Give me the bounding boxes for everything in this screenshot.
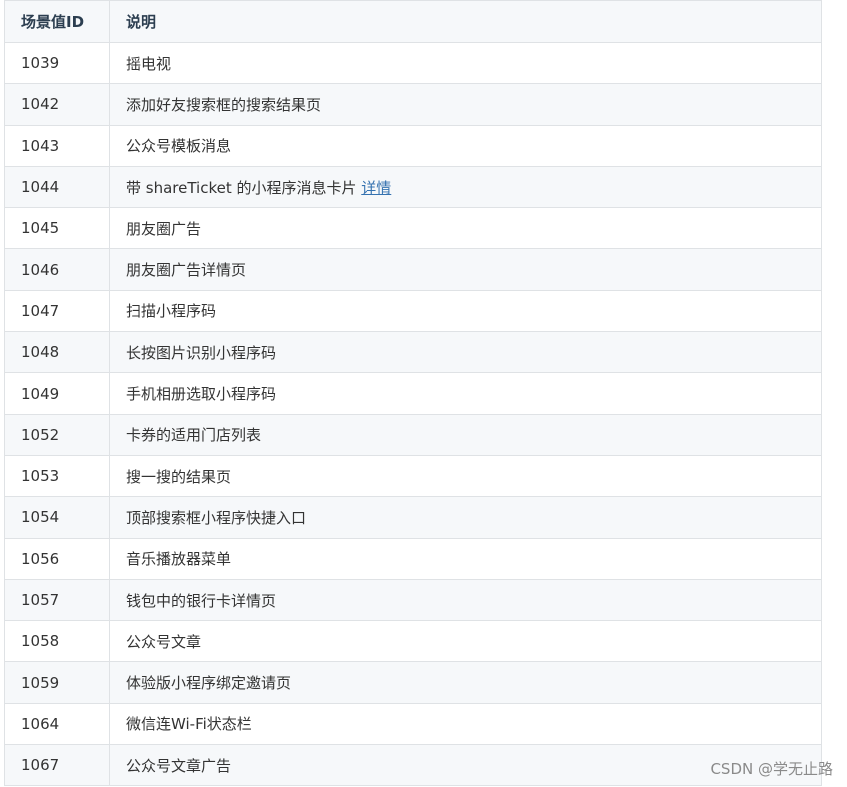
description-cell: 带 shareTicket 的小程序消息卡片 详情 bbox=[109, 165, 822, 209]
scene-id-cell: 1049 bbox=[4, 372, 110, 415]
table-row: 1039 摇电视 bbox=[4, 41, 822, 85]
description-text: 公众号文章 bbox=[126, 632, 202, 651]
table-row: 1049 手机相册选取小程序码 bbox=[4, 372, 822, 415]
description-text: 手机相册选取小程序码 bbox=[126, 385, 277, 404]
table-row: 1056 音乐播放器菜单 bbox=[4, 537, 822, 580]
description-text: 朋友圈广告 bbox=[126, 219, 202, 238]
table-row: 1052 卡券的适用门店列表 bbox=[4, 413, 822, 456]
scene-id-cell: 1059 bbox=[4, 661, 110, 704]
description-cell: 顶部搜索框小程序快捷入口 bbox=[109, 496, 822, 539]
description-text: 带 shareTicket 的小程序消息卡片 bbox=[126, 178, 362, 197]
description-text: 公众号文章广告 bbox=[126, 756, 232, 775]
table-row: 1064 微信连Wi-Fi状态栏 bbox=[4, 702, 822, 746]
description-text: 公众号模板消息 bbox=[126, 137, 232, 156]
table-row: 1054 顶部搜索框小程序快捷入口 bbox=[4, 496, 822, 539]
scene-id-cell: 1052 bbox=[4, 413, 110, 456]
description-cell: 微信连Wi-Fi状态栏 bbox=[109, 702, 822, 746]
description-cell: 扫描小程序码 bbox=[109, 289, 822, 333]
scene-id-cell: 1056 bbox=[4, 537, 110, 580]
table-row: 1044 带 shareTicket 的小程序消息卡片 详情 bbox=[4, 165, 822, 209]
description-text: 钱包中的银行卡详情页 bbox=[126, 591, 277, 610]
scene-id-cell: 1047 bbox=[4, 289, 110, 333]
scene-id-cell: 1048 bbox=[4, 331, 110, 374]
description-text: 长按图片识别小程序码 bbox=[126, 343, 277, 362]
scene-id-cell: 1067 bbox=[4, 744, 110, 787]
table-row: 1053 搜一搜的结果页 bbox=[4, 454, 822, 498]
table-header: 场景值ID 说明 bbox=[4, 0, 822, 43]
description-cell: 摇电视 bbox=[109, 41, 822, 85]
description-cell: 公众号文章 bbox=[109, 620, 822, 663]
header-scene-id: 场景值ID bbox=[4, 0, 110, 43]
description-cell: 卡券的适用门店列表 bbox=[109, 413, 822, 456]
table-row: 1042 添加好友搜索框的搜索结果页 bbox=[4, 83, 822, 126]
scene-id-cell: 1046 bbox=[4, 248, 110, 291]
description-cell: 音乐播放器菜单 bbox=[109, 537, 822, 580]
csdn-watermark: CSDN @学无止路 bbox=[710, 760, 833, 778]
description-text: 添加好友搜索框的搜索结果页 bbox=[126, 95, 322, 114]
scene-id-cell: 1039 bbox=[4, 41, 110, 85]
description-text: 体验版小程序绑定邀请页 bbox=[126, 674, 292, 693]
table-row: 1047 扫描小程序码 bbox=[4, 289, 822, 333]
description-cell: 长按图片识别小程序码 bbox=[109, 331, 822, 374]
table-row: 1043 公众号模板消息 bbox=[4, 124, 822, 167]
description-cell: 公众号模板消息 bbox=[109, 124, 822, 167]
scene-id-cell: 1058 bbox=[4, 620, 110, 663]
scene-id-cell: 1064 bbox=[4, 702, 110, 746]
description-cell: 体验版小程序绑定邀请页 bbox=[109, 661, 822, 704]
scene-id-cell: 1057 bbox=[4, 578, 110, 622]
description-cell: 钱包中的银行卡详情页 bbox=[109, 578, 822, 622]
table-row: 1046 朋友圈广告详情页 bbox=[4, 248, 822, 291]
description-text: 朋友圈广告详情页 bbox=[126, 261, 247, 280]
description-text: 扫描小程序码 bbox=[126, 302, 217, 321]
table-row: 1067 公众号文章广告 bbox=[4, 744, 822, 787]
scene-value-table: 场景值ID 说明 1039 摇电视 1042 添加好友搜索框的搜索结果页 1043 公众号… bbox=[4, 0, 822, 787]
description-cell: 朋友圈广告 bbox=[109, 207, 822, 250]
description-cell: 朋友圈广告详情页 bbox=[109, 248, 822, 291]
scene-table-container: 场景值ID 说明 1039 摇电视 1042 添加好友搜索框的搜索结果页 1043 公众号… bbox=[4, 0, 822, 787]
description-text: 音乐播放器菜单 bbox=[126, 550, 232, 569]
description-cell: 手机相册选取小程序码 bbox=[109, 372, 822, 415]
scene-id-cell: 1054 bbox=[4, 496, 110, 539]
description-cell: 搜一搜的结果页 bbox=[109, 454, 822, 498]
table-body: 1039 摇电视 1042 添加好友搜索框的搜索结果页 1043 公众号模板消息 1044 带… bbox=[4, 41, 822, 787]
scene-id-cell: 1045 bbox=[4, 207, 110, 250]
description-text: 顶部搜索框小程序快捷入口 bbox=[126, 508, 307, 527]
table-row: 1045 朋友圈广告 bbox=[4, 207, 822, 250]
description-text: 摇电视 bbox=[126, 54, 172, 73]
description-text: 搜一搜的结果页 bbox=[126, 467, 232, 486]
scene-id-cell: 1053 bbox=[4, 454, 110, 498]
scene-id-cell: 1043 bbox=[4, 124, 110, 167]
detail-link[interactable]: 详情 bbox=[361, 179, 391, 197]
description-text: 微信连Wi-Fi状态栏 bbox=[126, 715, 252, 734]
header-description: 说明 bbox=[109, 0, 822, 43]
table-row: 1059 体验版小程序绑定邀请页 bbox=[4, 661, 822, 704]
header-row: 场景值ID 说明 bbox=[4, 0, 822, 43]
description-text: 卡券的适用门店列表 bbox=[126, 426, 262, 445]
table-row: 1057 钱包中的银行卡详情页 bbox=[4, 578, 822, 622]
table-row: 1048 长按图片识别小程序码 bbox=[4, 331, 822, 374]
table-row: 1058 公众号文章 bbox=[4, 620, 822, 663]
scene-id-cell: 1042 bbox=[4, 83, 110, 126]
description-cell: 添加好友搜索框的搜索结果页 bbox=[109, 83, 822, 126]
scene-id-cell: 1044 bbox=[4, 165, 110, 209]
